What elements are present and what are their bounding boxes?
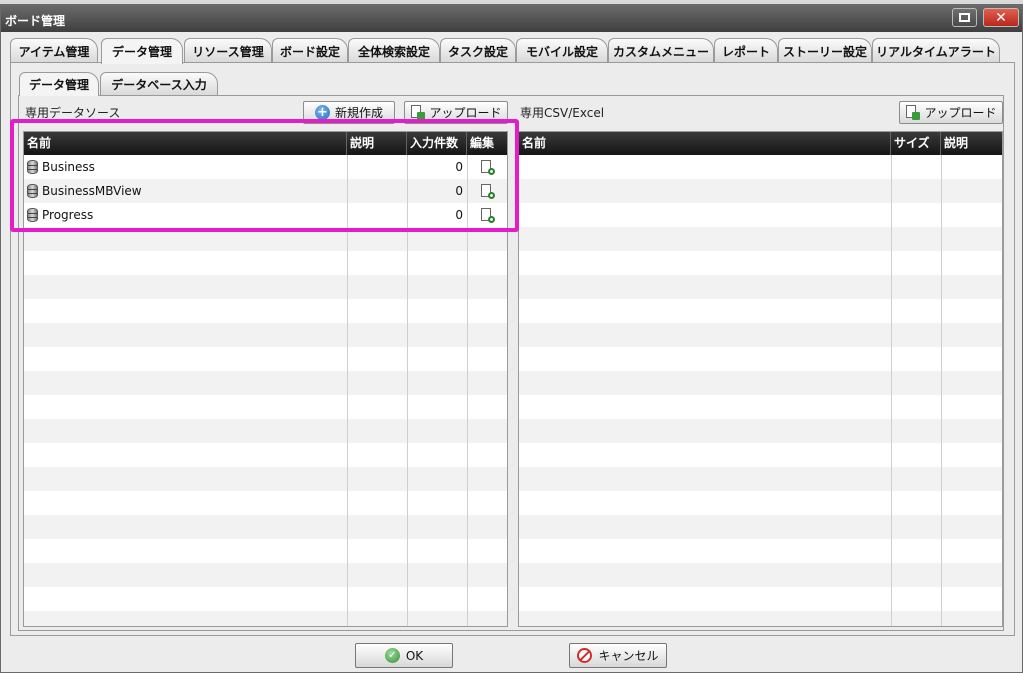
table-row[interactable]: Progress 0 (24, 203, 507, 227)
empty-row (519, 563, 1002, 587)
close-button[interactable]: ✕ (983, 8, 1019, 27)
tab-board-settings[interactable]: ボード設定 (272, 38, 348, 63)
empty-row (519, 275, 1002, 299)
row-description (349, 203, 405, 227)
files-table: 名前 サイズ 説明 (518, 131, 1003, 627)
tab-task-settings[interactable]: タスク設定 (440, 38, 516, 63)
empty-row (519, 179, 1002, 203)
database-icon (27, 160, 38, 174)
database-icon (27, 208, 38, 222)
data-management-content: 専用データソース + 新規作成 アップロード 名前 説明 入力件数 編集 Bus… (18, 95, 1004, 631)
row-count: 0 (455, 208, 463, 222)
table-row[interactable]: Business 0 (24, 155, 507, 179)
datasource-upload-button[interactable]: アップロード (404, 101, 508, 124)
column-header-size[interactable]: サイズ (891, 132, 941, 155)
ok-button[interactable]: ✓ OK (355, 643, 453, 668)
edit-icon[interactable] (480, 208, 495, 223)
row-description (349, 179, 405, 203)
empty-row (519, 515, 1002, 539)
empty-row (519, 467, 1002, 491)
tab-mobile-settings[interactable]: モバイル設定 (516, 38, 608, 63)
datasource-table-header: 名前 説明 入力件数 編集 (24, 132, 507, 155)
column-divider (347, 155, 348, 626)
data-management-panel: データ管理 データベース入力 専用データソース + 新規作成 アップロード 名前… (10, 62, 1015, 636)
cancel-button[interactable]: キャンセル (569, 643, 667, 668)
empty-row (24, 227, 507, 251)
empty-row (519, 371, 1002, 395)
column-header-edit[interactable]: 編集 (467, 132, 507, 155)
upload-icon (410, 105, 426, 120)
column-divider (467, 155, 468, 626)
file-upload-button[interactable]: アップロード (899, 101, 1003, 124)
column-header-description[interactable]: 説明 (941, 132, 1002, 155)
tab-custom-menu[interactable]: カスタムメニュー (608, 38, 714, 63)
empty-row (24, 371, 507, 395)
empty-row (519, 611, 1002, 626)
tab-realtime-alert[interactable]: リアルタイムアラート (872, 38, 1000, 63)
tab-story-settings[interactable]: ストーリー設定 (778, 38, 872, 63)
row-count: 0 (455, 160, 463, 174)
tab-data-management[interactable]: データ管理 (101, 38, 183, 64)
column-divider (407, 155, 408, 626)
plus-icon: + (314, 105, 330, 120)
prohibited-icon (577, 648, 593, 663)
files-table-header: 名前 サイズ 説明 (519, 132, 1002, 155)
empty-row (24, 323, 507, 347)
subtab-database-input[interactable]: データベース入力 (100, 72, 218, 96)
datasource-section-label: 専用データソース (25, 106, 121, 120)
window-title: ボード管理 (5, 14, 66, 28)
edit-icon[interactable] (480, 160, 495, 175)
column-header-name[interactable]: 名前 (519, 132, 891, 155)
row-count: 0 (455, 184, 463, 198)
datasource-table: 名前 説明 入力件数 編集 Business 0 BusinessMBView … (23, 131, 508, 627)
column-header-name[interactable]: 名前 (24, 132, 347, 155)
subtab-data-management[interactable]: データ管理 (19, 72, 99, 96)
close-icon: ✕ (995, 9, 1007, 26)
column-header-input-count[interactable]: 入力件数 (407, 132, 467, 155)
column-header-description[interactable]: 説明 (347, 132, 407, 155)
board-management-dialog: ボード管理 ✕ アイテム管理 データ管理 リソース管理 ボード設定 全体検索設定… (0, 4, 1023, 673)
empty-row (24, 419, 507, 443)
tab-report[interactable]: レポート (714, 38, 778, 63)
column-divider (891, 155, 892, 626)
row-name: Business (42, 160, 95, 174)
edit-icon[interactable] (480, 184, 495, 199)
files-table-body (519, 155, 1002, 626)
row-name: BusinessMBView (42, 184, 142, 198)
table-row[interactable]: BusinessMBView 0 (24, 179, 507, 203)
maximize-icon (959, 13, 970, 22)
empty-row (519, 419, 1002, 443)
database-icon (27, 184, 38, 198)
empty-row (24, 467, 507, 491)
empty-row (24, 563, 507, 587)
empty-row (24, 611, 507, 626)
upload-icon (905, 105, 921, 120)
row-description (349, 155, 405, 179)
empty-row (24, 275, 507, 299)
row-name: Progress (42, 208, 94, 222)
empty-row (519, 323, 1002, 347)
maximize-button[interactable] (952, 8, 977, 27)
tab-item-management[interactable]: アイテム管理 (10, 38, 98, 63)
title-bar[interactable]: ボード管理 ✕ (1, 5, 1022, 32)
tab-global-search-settings[interactable]: 全体検索設定 (348, 38, 440, 63)
column-divider (941, 155, 942, 626)
new-datasource-button[interactable]: + 新規作成 (303, 101, 395, 124)
files-section-label: 専用CSV/Excel (520, 106, 605, 120)
datasource-table-body: Business 0 BusinessMBView 0 Progress 0 (24, 155, 507, 626)
tab-resource-management[interactable]: リソース管理 (184, 38, 272, 63)
empty-row (519, 227, 1002, 251)
checkmark-icon: ✓ (384, 648, 400, 663)
empty-row (24, 515, 507, 539)
